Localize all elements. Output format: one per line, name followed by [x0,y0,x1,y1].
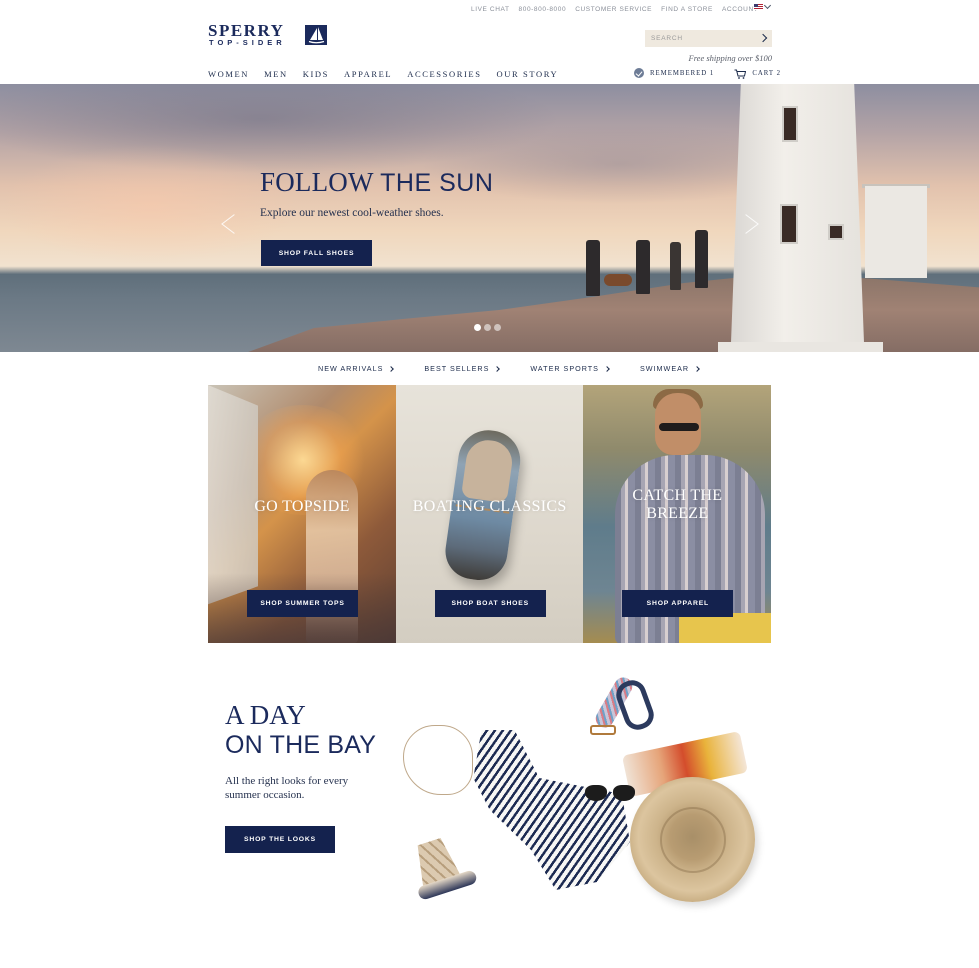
logo-subline: TOP-SIDER [209,38,286,47]
sperry-logo[interactable]: SPERRY TOP-SIDER [208,21,327,47]
carousel-dots [474,324,501,331]
flatlay-necklace [403,725,473,795]
bay-flatlay-image [395,655,775,960]
free-shipping-note: Free shipping over $100 [688,53,773,63]
flatlay-sunglasses [585,785,637,805]
search-arrow-icon[interactable] [758,33,768,43]
chevron-right-icon [694,365,700,372]
tile-title: GO TOPSIDE [208,498,396,516]
hero-window [828,224,844,240]
hero-window [782,106,798,142]
hero-copy: FOLLOW THE SUN Explore our newest cool-w… [260,166,580,219]
tile-title-b: BREEZE [646,505,709,522]
tile-boating-classics[interactable]: BOATING CLASSICS SHOP BOAT SHOES [395,385,584,643]
chevron-right-icon [388,365,395,372]
carousel-dot[interactable] [474,324,481,331]
tile-title-a: CATCH THE [632,487,723,504]
tile-title-b: TOPSIDE [282,498,350,515]
link-label: BEST SELLERS [424,364,490,373]
customer-service-link[interactable]: CUSTOMER SERVICE [575,6,652,13]
remembered-link[interactable]: REMEMBERED 1 [650,70,714,77]
link-label: SWIMWEAR [639,364,690,373]
carousel-dot[interactable] [494,324,501,331]
cart-link[interactable]: CART 2 [752,70,781,77]
hero-person [695,230,708,288]
chevron-down-icon [763,1,772,10]
nav-our-story[interactable]: OUR STORY [497,69,559,79]
link-best-sellers[interactable]: BEST SELLERS [424,364,501,373]
hero-dog [604,274,632,286]
tile-title: CATCH THE BREEZE [583,487,771,523]
search-input[interactable] [651,35,751,42]
shop-the-looks-button[interactable]: SHOP THE LOOKS [225,826,335,853]
hero-person [586,240,600,296]
flatlay-straw-hat [630,777,755,902]
shop-apparel-button[interactable]: SHOP APPAREL [622,590,734,617]
tile-go-topside[interactable]: GO TOPSIDE SHOP SUMMER TOPS [208,385,396,643]
tile-kayak [679,613,772,643]
shop-fall-shoes-button[interactable]: SHOP FALL SHOES [261,240,372,266]
link-swimwear[interactable]: SWIMWEAR [639,364,700,373]
link-new-arrivals[interactable]: NEW ARRIVALS [318,364,395,373]
category-links: NEW ARRIVALS BEST SELLERS WATER SPORTS S… [318,364,700,373]
hero-person [636,240,650,294]
link-label: NEW ARRIVALS [318,364,384,373]
flatlay-belt [612,676,658,734]
nav-kids[interactable]: KIDS [303,69,329,79]
hero-title-sans: THE SUN [380,169,494,197]
chevron-right-icon [494,365,501,372]
phone-number: 800-800-8000 [518,5,567,13]
hero-title-serif: FOLLOW [260,167,374,197]
promo-tiles: GO TOPSIDE SHOP SUMMER TOPS BOATING CLAS… [208,385,772,643]
utility-bar: LIVE CHAT 800-800-8000 CUSTOMER SERVICE … [471,4,758,14]
bay-title-line2: ON THE BAY [225,731,377,759]
link-label: WATER SPORTS [530,364,599,373]
sail-logo-icon [305,25,327,45]
tile-title-a: BOATING [412,498,486,515]
hero-house [865,186,927,278]
hero-window [780,204,798,244]
hero-sunglow [0,144,300,264]
carousel-dot[interactable] [484,324,491,331]
hero-person [670,242,681,290]
main-nav: WOMEN MEN KIDS APPAREL ACCESSORIES OUR S… [208,69,558,79]
hero-lighthouse-base [718,342,883,352]
shop-summer-tops-button[interactable]: SHOP SUMMER TOPS [247,590,358,617]
tile-title: BOATING CLASSICS [396,498,584,516]
country-selector[interactable] [754,1,772,10]
account-tools: REMEMBERED 1 CART 2 [634,68,781,79]
nav-apparel[interactable]: APPAREL [344,69,392,79]
live-chat-link[interactable]: LIVE CHAT [471,6,510,13]
flatlay-sandal [397,822,479,910]
flatlay-buckle [590,725,616,735]
chevron-right-icon [604,365,610,372]
hero-subtitle: Explore our newest cool-weather shoes. [260,207,444,219]
hero-title: FOLLOW THE SUN [260,166,580,199]
tile-catch-the-breeze[interactable]: CATCH THE BREEZE SHOP APPAREL [583,385,772,643]
search-box [645,30,772,47]
find-a-store-link[interactable]: FIND A STORE [661,6,713,13]
tile-title-b: CLASSICS [489,498,567,515]
nav-women[interactable]: WOMEN [208,69,249,79]
cart-icon[interactable] [734,69,747,79]
account-link[interactable]: ACCOUNT [722,6,758,13]
link-water-sports[interactable]: WATER SPORTS [530,364,610,373]
flatlay-swimsuit [473,730,630,890]
nav-men[interactable]: MEN [264,69,288,79]
tile-title-a: GO [254,498,279,515]
bay-title-line1: A DAY [225,700,306,730]
shop-boat-shoes-button[interactable]: SHOP BOAT SHOES [434,590,546,617]
nav-accessories[interactable]: ACCESSORIES [407,69,481,79]
flag-us-icon [754,4,763,10]
check-circle-icon [634,68,644,78]
bay-copy: A DAY ON THE BAY All the right looks for… [225,700,415,802]
bay-subtitle: All the right looks for every summer occ… [225,775,349,801]
tile-model-sunglasses [659,423,700,431]
